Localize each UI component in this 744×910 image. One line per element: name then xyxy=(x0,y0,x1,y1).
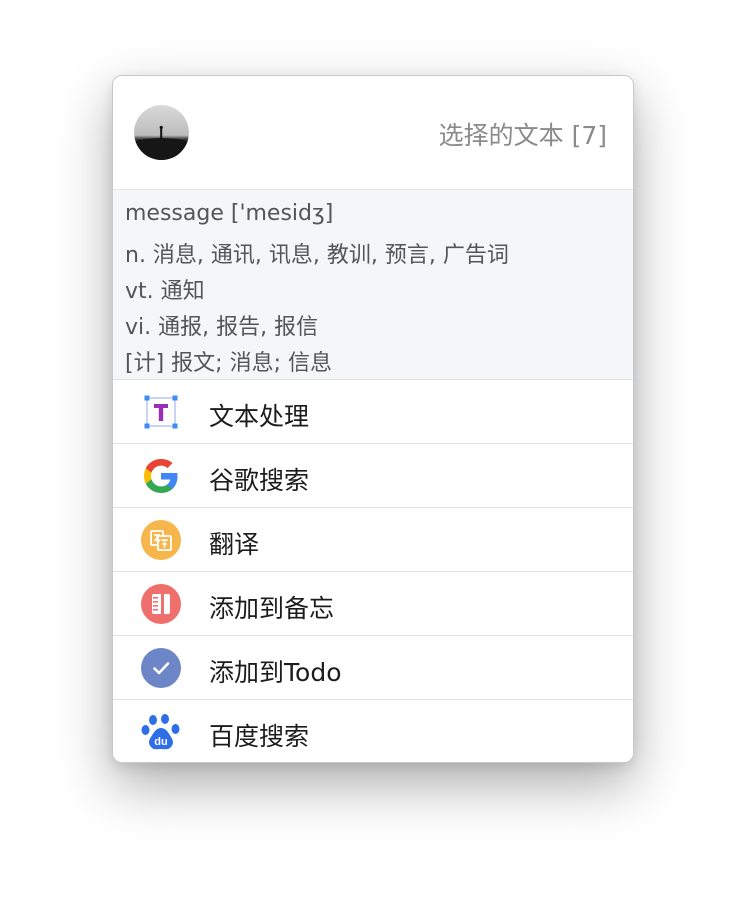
text-processing-icon xyxy=(144,395,178,429)
menu-item-google-search[interactable]: 谷歌搜索 xyxy=(113,444,633,508)
baidu-paw-icon: du xyxy=(141,714,180,750)
todo-check-icon xyxy=(141,648,181,688)
menu-item-baidu-search[interactable]: du 百度搜索 xyxy=(113,700,633,762)
selected-text-title: 选择的文本 [7] xyxy=(438,121,607,150)
menu-label: 添加到Todo xyxy=(209,658,342,687)
dictionary-vt-definition: vt. 通知 xyxy=(125,279,205,304)
svg-text:du: du xyxy=(154,736,167,748)
memo-icon xyxy=(141,584,181,624)
text-selection-popup: 选择的文本 [7] message ['mesidʒ] n. 消息, 通讯, 讯… xyxy=(112,75,634,763)
menu-label: 添加到备忘 xyxy=(209,594,335,623)
dictionary-vi-definition: vi. 通报, 报告, 报信 xyxy=(125,315,319,340)
dictionary-word: message ['mesidʒ] xyxy=(125,201,334,226)
dictionary-computing-definition: [计] 报文; 消息; 信息 xyxy=(125,351,332,376)
menu-item-add-to-todo[interactable]: 添加到Todo xyxy=(113,636,633,700)
translate-icon xyxy=(141,520,181,560)
menu-item-text-processing[interactable]: 文本处理 xyxy=(113,380,633,444)
dictionary-panel: message ['mesidʒ] n. 消息, 通讯, 讯息, 教训, 预言,… xyxy=(113,189,633,380)
menu-label: 谷歌搜索 xyxy=(209,466,310,495)
popup-header: 选择的文本 [7] xyxy=(113,76,633,189)
menu-item-translate[interactable]: 翻译 xyxy=(113,508,633,572)
menu-label: 翻译 xyxy=(209,530,260,559)
avatar-silhouette-icon[interactable] xyxy=(134,105,189,160)
action-menu: 文本处理 谷歌搜索 翻译 添加到备忘 添加到Todo du 百度搜索 xyxy=(113,380,633,762)
menu-label: 文本处理 xyxy=(209,402,310,431)
google-icon xyxy=(144,459,178,493)
menu-item-add-to-memo[interactable]: 添加到备忘 xyxy=(113,572,633,636)
dictionary-noun-definition: n. 消息, 通讯, 讯息, 教训, 预言, 广告词 xyxy=(125,243,509,268)
menu-label: 百度搜索 xyxy=(209,722,310,751)
